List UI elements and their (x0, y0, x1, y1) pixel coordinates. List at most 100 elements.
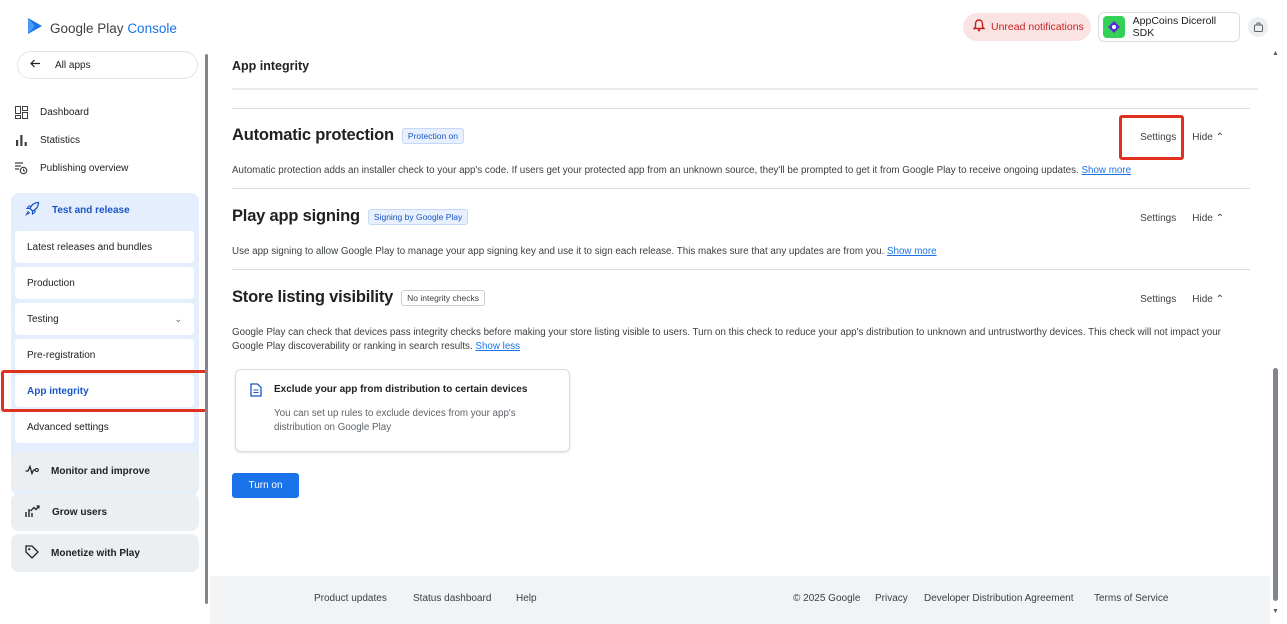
sidebar-item-pre-registration[interactable]: Pre-registration (15, 339, 194, 371)
group-label: Grow users (52, 506, 108, 518)
sidebar-group-grow-users[interactable]: Grow users (11, 493, 199, 531)
sidebar-item-label: Statistics (40, 134, 81, 146)
group-label: Monetize with Play (51, 547, 140, 559)
footer-copyright: © 2025 Google (793, 593, 861, 604)
sidebar-item-latest-releases[interactable]: Latest releases and bundles (15, 231, 194, 263)
hide-button[interactable]: Hide ⌃ (1192, 132, 1224, 143)
notifications-label: Unread notifications (991, 21, 1084, 33)
dashboard-icon (14, 105, 28, 119)
scroll-up-arrow-icon[interactable]: ▲ (1272, 50, 1279, 57)
settings-highlight (1119, 115, 1184, 160)
status-badge: Protection on (401, 127, 465, 144)
section-title: Automatic protection (232, 126, 394, 144)
unread-notifications-button[interactable]: Unread notifications (963, 13, 1091, 41)
logo-console-text: Console (127, 21, 177, 36)
play-logo-icon (26, 17, 44, 40)
divider (232, 108, 1250, 109)
footer: Product updates Status dashboard Help © … (210, 576, 1270, 624)
chevron-up-icon: ⌃ (1215, 294, 1224, 305)
sidebar-item-advanced-settings[interactable]: Advanced settings (15, 411, 194, 443)
google-play-console-logo[interactable]: Google Play Console (26, 17, 177, 40)
back-arrow-icon (30, 59, 41, 71)
sidebar-item-label: Publishing overview (40, 162, 129, 174)
tag-icon (25, 544, 39, 562)
description-text: Use app signing to allow Google Play to … (232, 246, 885, 257)
pulse-icon (25, 464, 39, 478)
footer-link-status-dashboard[interactable]: Status dashboard (413, 593, 491, 604)
settings-button[interactable]: Settings (1140, 213, 1176, 224)
show-less-link[interactable]: Show less (475, 341, 520, 352)
footer-link-help[interactable]: Help (516, 593, 537, 604)
hide-label: Hide (1192, 294, 1213, 305)
hide-label: Hide (1192, 132, 1213, 143)
grow-users-icon (25, 504, 40, 521)
card-body: You can set up rules to exclude devices … (274, 408, 516, 433)
footer-link-terms[interactable]: Terms of Service (1094, 593, 1168, 604)
sidebar: All apps Dashboard Statistics Publishing… (0, 48, 208, 624)
divider (232, 88, 1258, 90)
status-badge: No integrity checks (401, 289, 485, 306)
divider (232, 269, 1250, 270)
section-title: Play app signing (232, 207, 360, 225)
section-actions: Settings Hide ⌃ (1140, 213, 1224, 224)
test-and-release-group: Test and release Latest releases and bun… (11, 193, 199, 495)
card-title: Exclude your app from distribution to ce… (274, 384, 528, 395)
group-label: Test and release (52, 204, 130, 216)
chevron-up-icon: ⌃ (1215, 213, 1224, 224)
section-description: Google Play can check that devices pass … (232, 326, 1222, 354)
footer-link-product-updates[interactable]: Product updates (314, 593, 387, 604)
app-icon (1103, 16, 1125, 38)
scroll-down-arrow-icon[interactable]: ▼ (1272, 608, 1279, 615)
hide-button[interactable]: Hide ⌃ (1192, 294, 1224, 305)
settings-button[interactable]: Settings (1140, 294, 1176, 305)
app-name: AppCoins Diceroll SDK (1132, 15, 1217, 39)
document-icon (250, 383, 262, 402)
app-selector[interactable]: AppCoins Diceroll SDK (1098, 12, 1240, 42)
sidebar-item-testing[interactable]: Testing ⌄ (15, 303, 194, 335)
account-icon[interactable] (1248, 17, 1268, 37)
bar-chart-icon (14, 133, 28, 147)
description-text: Google Play can check that devices pass … (232, 327, 1221, 352)
section-title: Store listing visibility (232, 288, 394, 306)
all-apps-label: All apps (55, 59, 91, 71)
footer-link-privacy[interactable]: Privacy (875, 593, 908, 604)
sidebar-group-monetize-with-play[interactable]: Monetize with Play (11, 534, 199, 572)
sub-item-label: Advanced settings (27, 421, 109, 433)
sidebar-item-dashboard[interactable]: Dashboard (14, 101, 89, 123)
section-description: Automatic protection adds an installer c… (232, 164, 1222, 178)
logo-google-play-text: Google Play (50, 21, 124, 36)
all-apps-button[interactable]: All apps (17, 51, 198, 79)
rocket-icon (25, 201, 40, 219)
app-integrity-highlight (1, 370, 208, 412)
main-scrollbar[interactable] (1273, 368, 1278, 601)
sidebar-item-production[interactable]: Production (15, 267, 194, 299)
test-and-release-header[interactable]: Test and release (25, 201, 130, 219)
sidebar-group-monitor-and-improve[interactable]: Monitor and improve (11, 452, 199, 490)
chevron-up-icon: ⌃ (1215, 132, 1224, 143)
logo-text: Google Play Console (50, 21, 177, 36)
sub-item-label: Pre-registration (27, 349, 96, 361)
show-more-link[interactable]: Show more (1082, 165, 1132, 176)
chevron-down-icon: ⌄ (174, 313, 182, 324)
page-title: App integrity (232, 59, 310, 73)
show-more-link[interactable]: Show more (887, 246, 937, 257)
sub-item-label: Testing (27, 313, 59, 325)
sidebar-item-statistics[interactable]: Statistics (14, 129, 80, 151)
hide-label: Hide (1192, 213, 1213, 224)
sidebar-item-publishing-overview[interactable]: Publishing overview (14, 157, 128, 179)
hide-button[interactable]: Hide ⌃ (1192, 213, 1224, 224)
section-title-row: Automatic protection Protection on (232, 126, 465, 145)
footer-link-distribution-agreement[interactable]: Developer Distribution Agreement (924, 593, 1074, 604)
turn-on-button[interactable]: Turn on (232, 473, 299, 498)
status-badge: Signing by Google Play (367, 208, 469, 225)
top-bar: Google Play Console Unread notifications… (0, 0, 1287, 52)
sidebar-scrollbar[interactable] (205, 54, 208, 604)
notification-bell-icon (972, 19, 986, 35)
section-actions: Settings Hide ⌃ (1140, 294, 1224, 305)
sidebar-item-label: Dashboard (40, 106, 89, 118)
divider (232, 188, 1250, 189)
exclude-devices-card[interactable]: Exclude your app from distribution to ce… (235, 369, 570, 452)
description-text: Automatic protection adds an installer c… (232, 165, 1079, 176)
section-description: Use app signing to allow Google Play to … (232, 245, 1222, 259)
publishing-overview-icon (14, 161, 28, 175)
